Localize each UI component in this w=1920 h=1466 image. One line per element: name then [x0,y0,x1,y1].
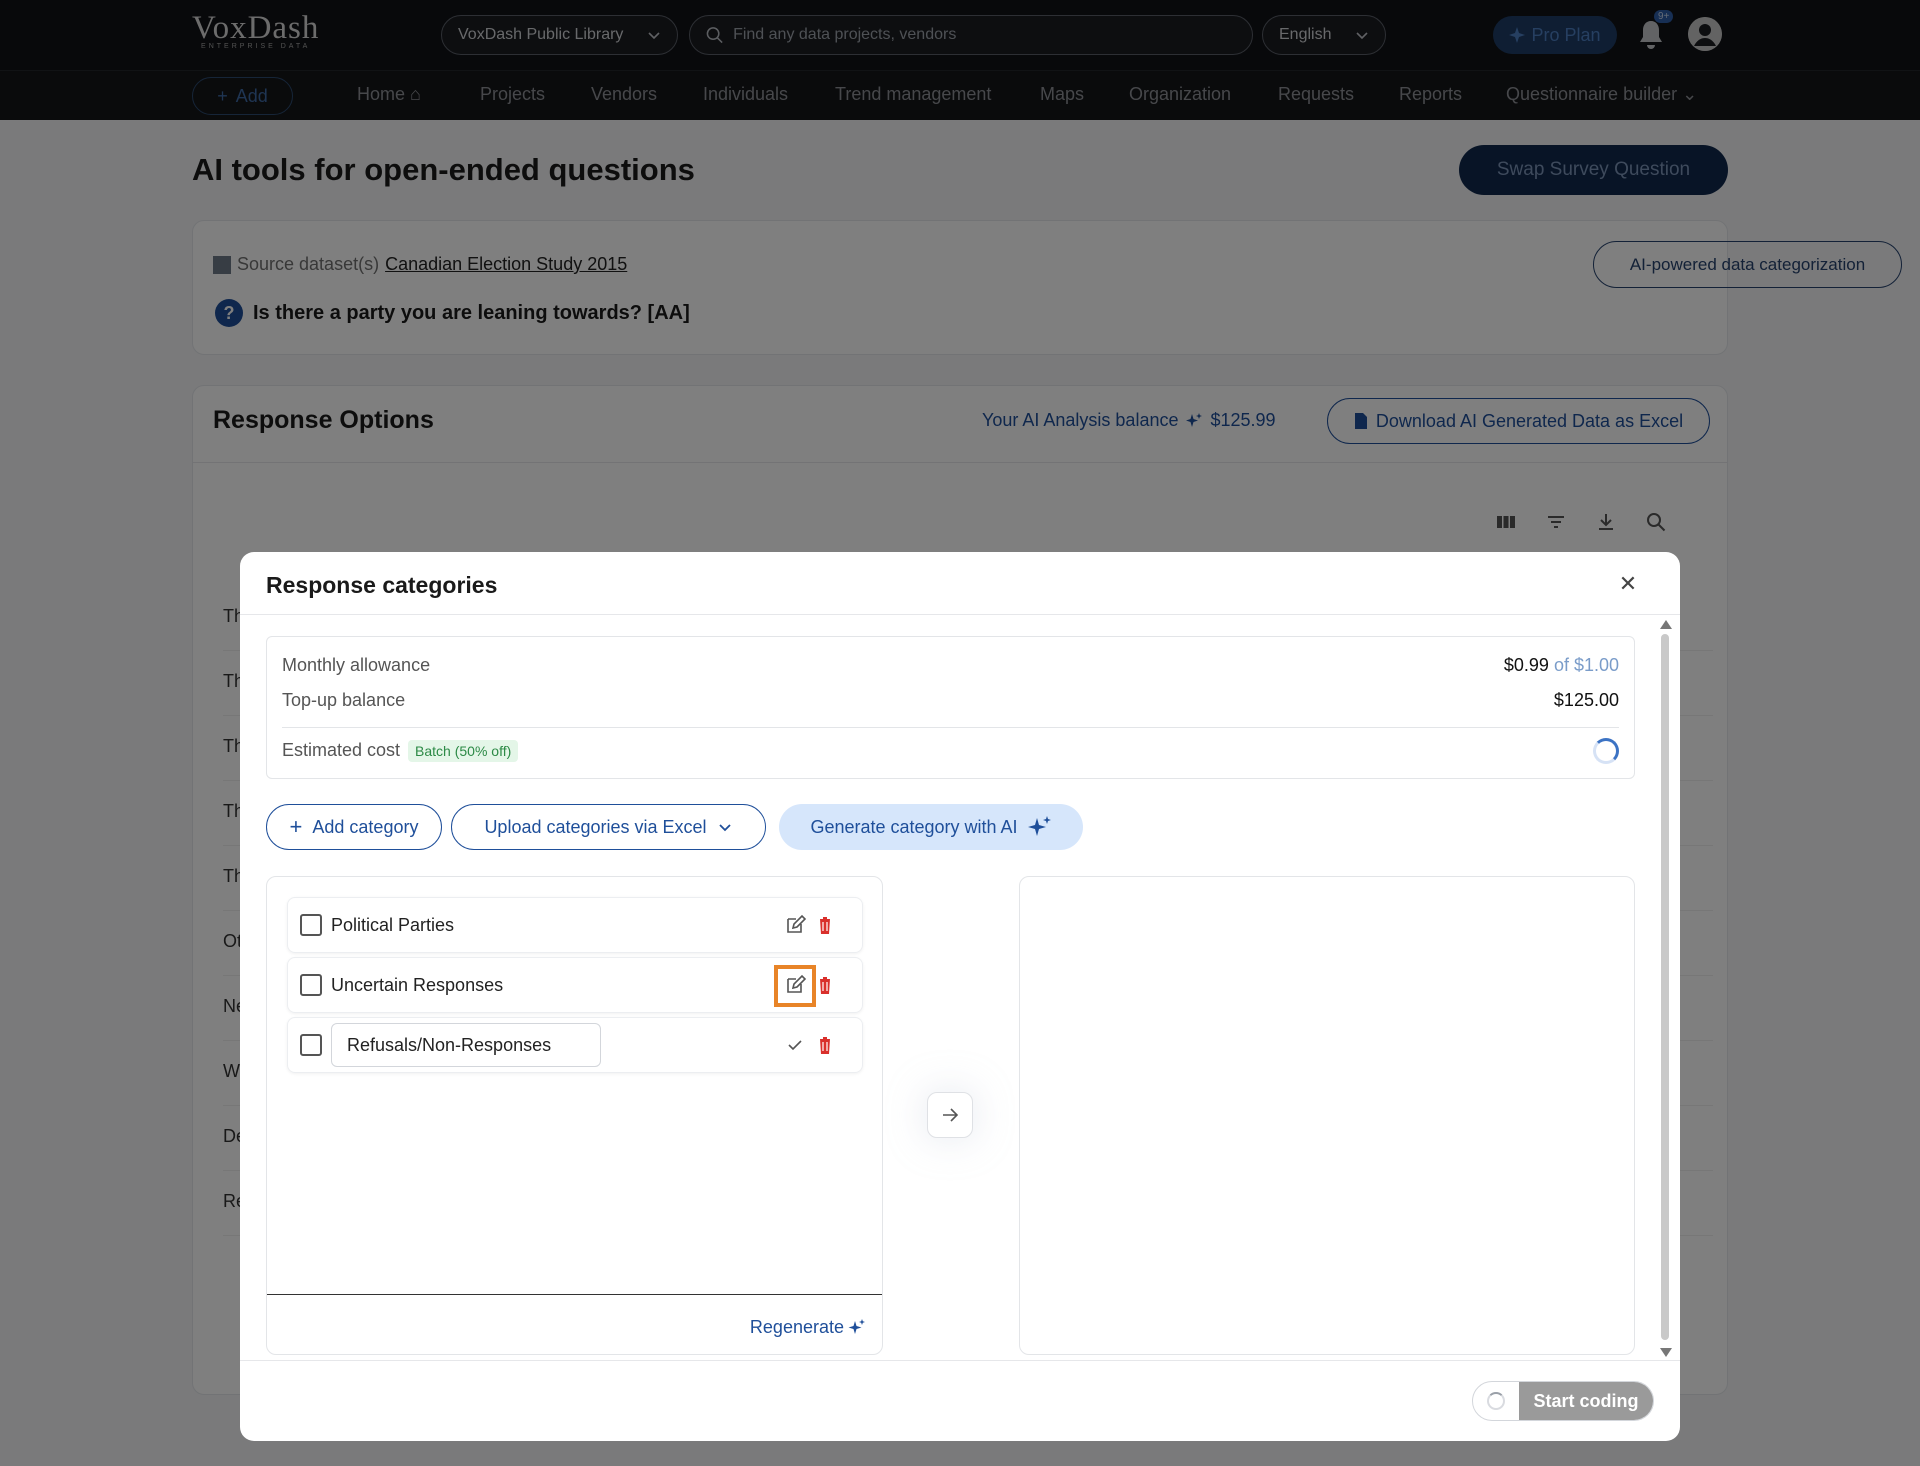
estimated-cost-label-group: Estimated cost Batch (50% off) [282,740,519,762]
category-checkbox[interactable] [300,974,322,996]
trash-icon[interactable] [814,1034,836,1056]
selected-categories-panel [1019,876,1635,1355]
modal-title: Response categories [266,572,498,598]
regenerate-button[interactable]: Regenerate [750,1317,866,1338]
edit-icon[interactable] [784,914,806,936]
move-to-target-button[interactable] [927,1092,973,1138]
category-list: Political Parties Uncertain Responses [267,877,882,1295]
topup-balance-label: Top-up balance [282,690,406,710]
monthly-allowance-label: Monthly allowance [282,655,431,675]
divider [282,727,1619,728]
add-category-label: Add category [312,816,419,837]
topup-balance-row: Top-up balance $125.00 [282,690,1619,711]
monthly-allowance-row: Monthly allowance $0.99 of $1.00 [282,655,1619,676]
response-categories-modal: Response categories ✕ Monthly allowance … [240,552,1680,1441]
modal-scrollbar[interactable] [1658,620,1672,1357]
scroll-down-icon[interactable] [1660,1348,1672,1357]
monthly-allowance-value: $0.99 [1503,655,1549,675]
modal-footer: Start coding [240,1360,1680,1441]
close-icon[interactable]: ✕ [1618,573,1638,595]
regenerate-label: Regenerate [749,1317,844,1337]
batch-badge: Batch (50% off) [408,740,519,762]
plus-icon: + [289,814,303,839]
edit-focus-highlight [774,965,816,1007]
topup-balance-value: $125.00 [1553,690,1619,710]
sparkle-icon [848,1318,865,1334]
start-coding-group: Start coding [1472,1381,1654,1421]
category-label: Uncertain Responses [331,974,504,995]
generate-category-ai-button[interactable]: Generate category with AI [779,804,1083,850]
monthly-allowance-amount: $0.99 of $1.00 [1504,655,1619,676]
upload-categories-label: Upload categories via Excel [484,816,707,837]
category-checkbox[interactable] [300,1034,322,1056]
add-category-button[interactable]: + Add category [266,804,442,850]
category-item: Uncertain Responses [287,957,863,1013]
category-name-input[interactable] [331,1023,601,1067]
chevron-down-icon [718,824,731,832]
category-item: Political Parties [287,897,863,953]
trash-icon[interactable] [814,974,836,996]
loading-spinner-icon [1473,1382,1519,1420]
allowance-summary: Monthly allowance $0.99 of $1.00 Top-up … [266,636,1635,779]
modal-header: Response categories ✕ [240,552,1680,615]
scroll-thumb[interactable] [1661,634,1669,1340]
start-coding-button[interactable]: Start coding [1519,1382,1653,1420]
category-checkbox[interactable] [300,914,322,936]
category-list-panel: Political Parties Uncertain Responses Re… [266,876,883,1355]
arrow-right-icon [943,1108,959,1122]
generate-category-ai-label: Generate category with AI [810,816,1018,837]
estimated-cost-label: Estimated cost [282,740,401,760]
loading-spinner-icon [1593,738,1619,764]
scroll-up-icon[interactable] [1660,620,1672,629]
monthly-allowance-total: of $1.00 [1553,655,1619,675]
estimated-cost-row: Estimated cost Batch (50% off) [282,738,1619,764]
sparkle-icon [1027,816,1051,836]
upload-categories-button[interactable]: Upload categories via Excel [451,804,766,850]
category-item-editing [287,1017,863,1073]
trash-icon[interactable] [814,914,836,936]
check-icon[interactable] [784,1034,806,1056]
category-label: Political Parties [331,914,455,935]
